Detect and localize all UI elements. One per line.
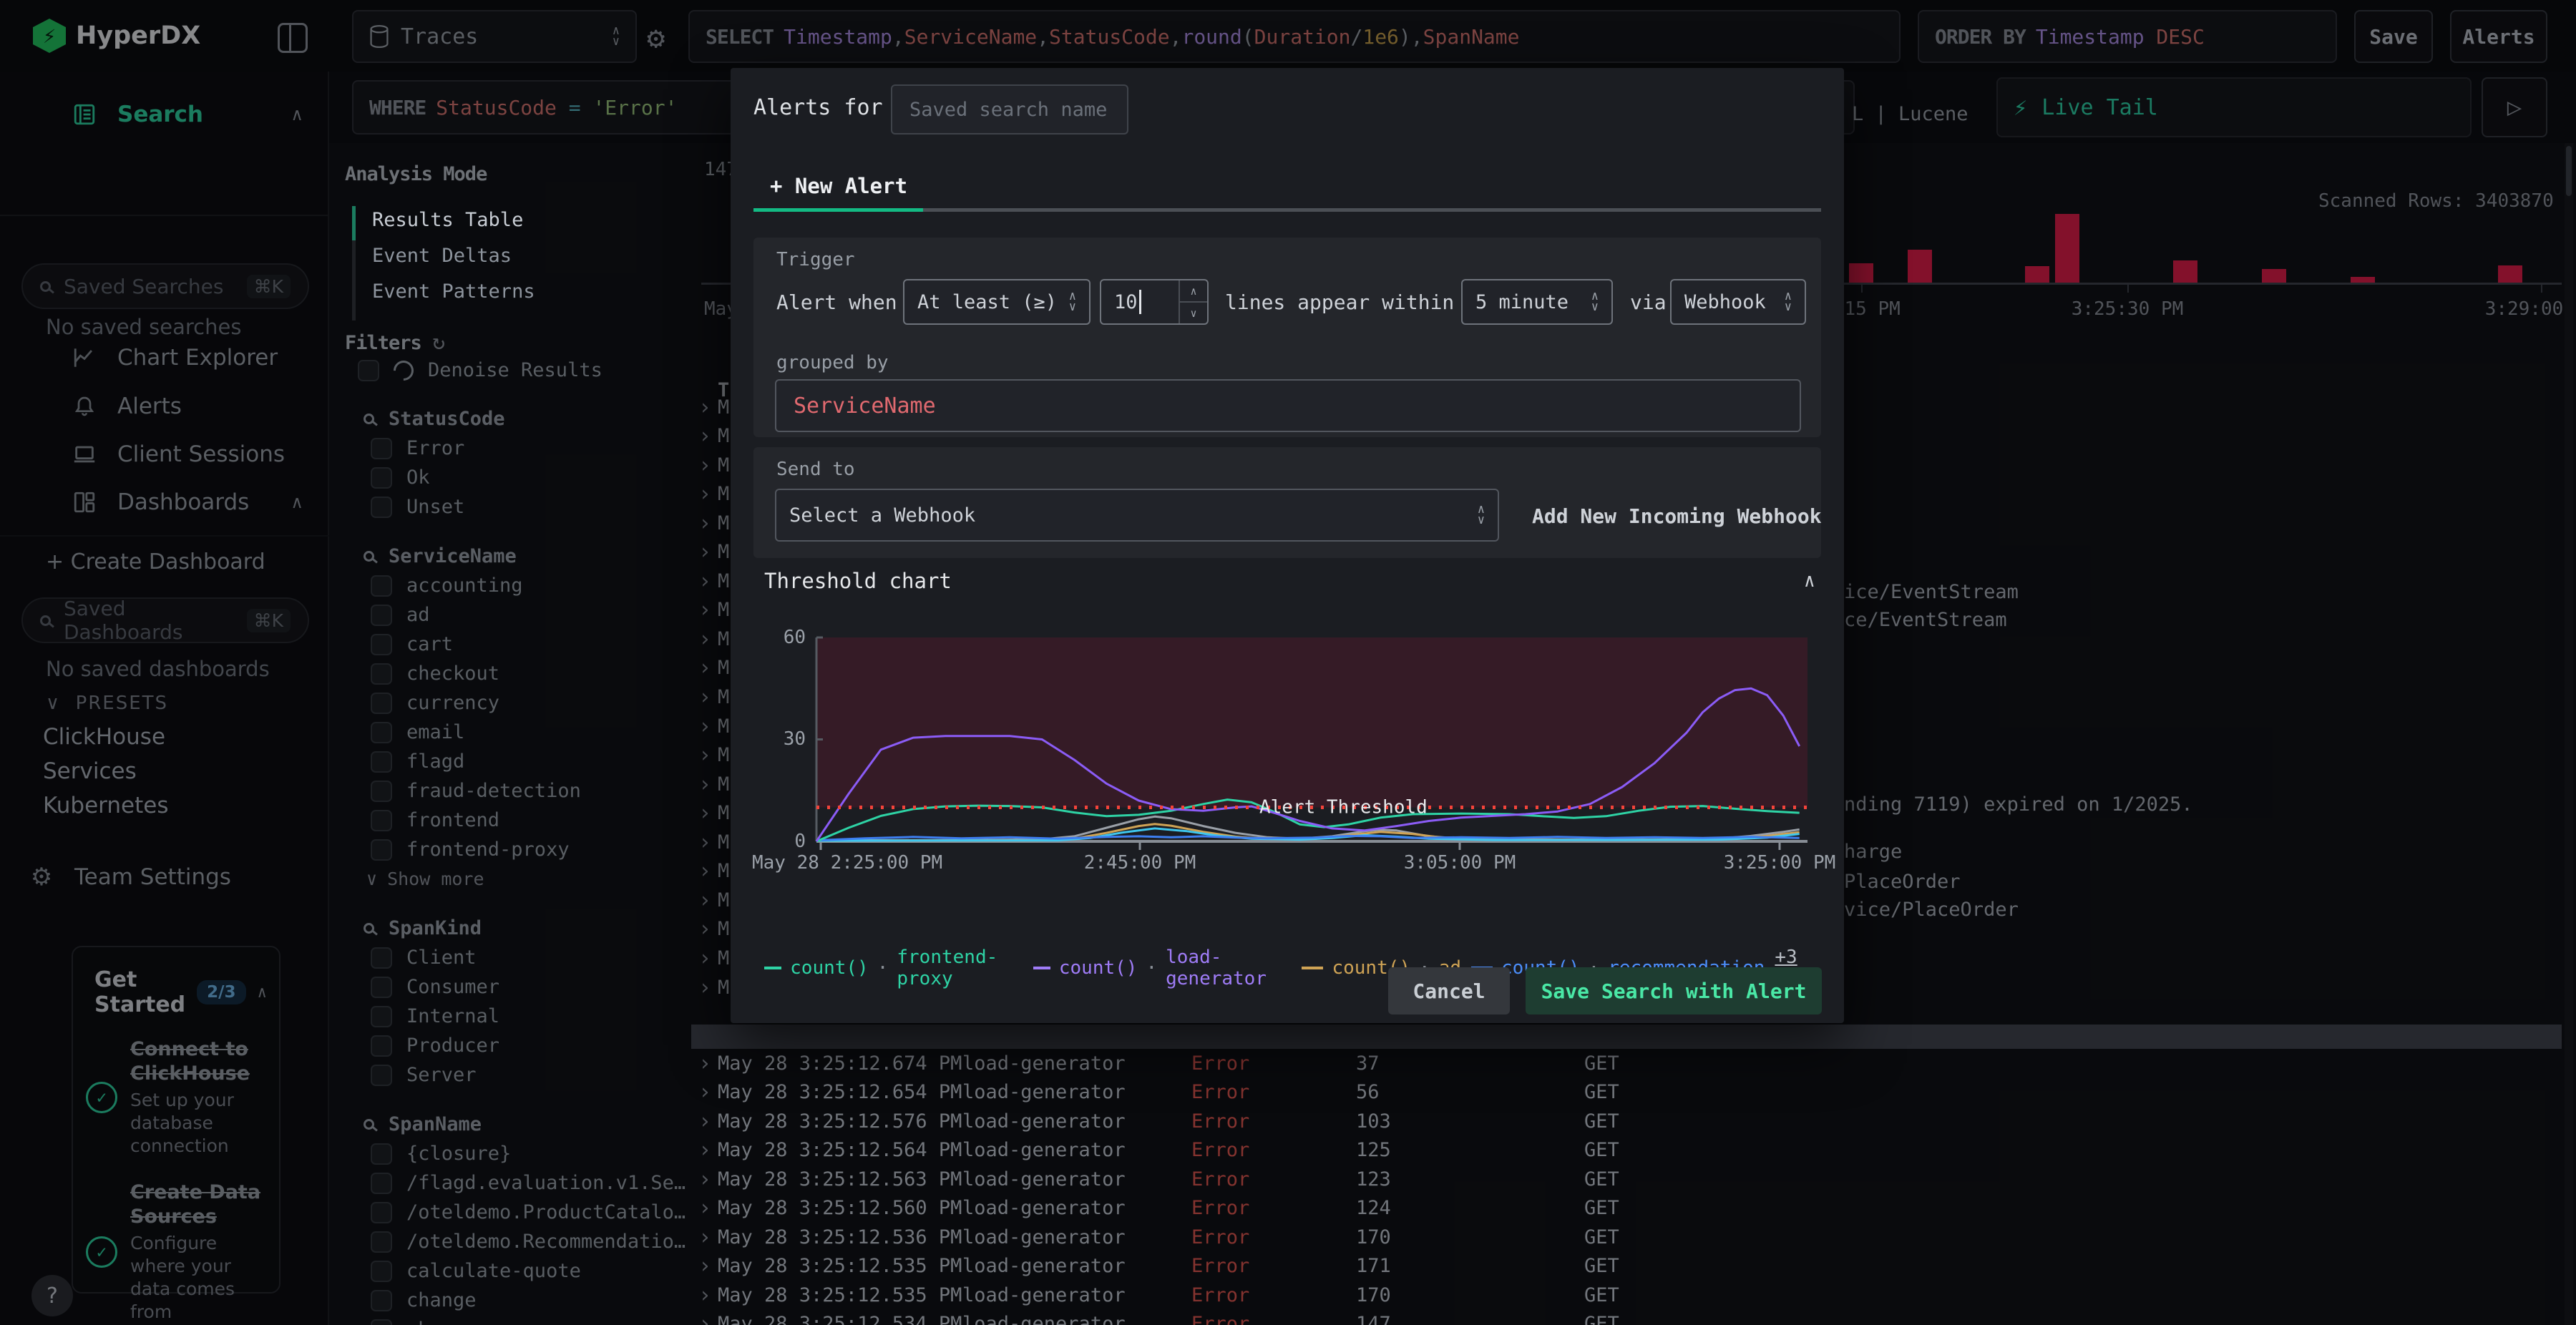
chevron-updown-icon: ∧ ∨ xyxy=(1068,289,1076,314)
save-search-with-alert-button[interactable]: Save Search with Alert xyxy=(1526,967,1822,1014)
analysis-tab-event-deltas[interactable]: Event Deltas xyxy=(372,245,512,267)
threshold-chart-title: Threshold chart xyxy=(764,569,952,593)
chart-x-label: May 28 2:25:00 PM xyxy=(752,852,943,874)
threshold-number-input[interactable]: 10 ∧ ∨ xyxy=(1100,279,1209,325)
analysis-tab-event-patterns[interactable]: Event Patterns xyxy=(372,280,535,303)
y-tick-0: 0 xyxy=(794,831,806,852)
alert-when-label: Alert when xyxy=(776,290,897,314)
spinner-up-icon: ∧ xyxy=(1190,284,1197,298)
trigger-label: Trigger xyxy=(776,249,855,270)
legend-dot: · xyxy=(877,957,889,979)
legend-series: load-generator xyxy=(1166,947,1267,989)
tab-underline-active xyxy=(753,208,923,212)
alert-modal: Alerts for Saved search name + New Alert… xyxy=(731,68,1844,1023)
operator-select[interactable]: At least (≥) ∧ ∨ xyxy=(903,279,1091,325)
svg-text:Alert Threshold: Alert Threshold xyxy=(1259,797,1428,818)
grouped-by-value: ServiceName xyxy=(794,393,936,419)
legend-dash xyxy=(1033,967,1050,969)
app-root: ⚡ HyperDX Traces ∧ ∨ ⚙ SELECT Timestamp,S… xyxy=(0,0,2576,1325)
threshold-value: 10 xyxy=(1114,290,1138,313)
via-label: via xyxy=(1630,290,1667,314)
tab-new-alert[interactable]: + New Alert xyxy=(770,174,907,198)
y-tick-30: 30 xyxy=(783,728,806,750)
modal-title: Alerts for xyxy=(753,95,883,120)
saved-search-name-input[interactable]: Saved search name xyxy=(891,84,1128,135)
saved-search-name-placeholder: Saved search name xyxy=(909,98,1108,121)
chart-x-label: 3:25:00 PM xyxy=(1723,852,1836,874)
legend-metric: count() xyxy=(790,957,869,979)
collapse-chevron-icon[interactable]: ∧ xyxy=(1804,570,1815,592)
webhook-select-value: Select a Webhook xyxy=(789,504,976,527)
chevron-updown-icon: ∧ ∨ xyxy=(1784,289,1792,314)
window-select[interactable]: 5 minute ∧ ∨ xyxy=(1461,279,1613,325)
legend-series: frontend-proxy xyxy=(897,947,998,989)
send-to-panel: Send to Select a Webhook ∧ ∨ Add New Inco… xyxy=(753,447,1822,558)
legend-dash xyxy=(1302,967,1324,969)
spinner-down-icon: ∨ xyxy=(1180,301,1207,323)
trigger-panel: Trigger Alert when At least (≥) ∧ ∨ 10 ∧ ∨… xyxy=(753,238,1821,437)
chart-x-label: 2:45:00 PM xyxy=(1083,852,1196,874)
cancel-button[interactable]: Cancel xyxy=(1388,967,1510,1014)
lines-within-label: lines appear within xyxy=(1225,290,1455,314)
channel-value: Webhook xyxy=(1684,290,1766,313)
chevron-updown-icon: ∧ ∨ xyxy=(1591,289,1599,314)
legend-dot: · xyxy=(1146,957,1158,979)
grouped-by-input[interactable]: ServiceName xyxy=(775,379,1801,432)
webhook-select[interactable]: Select a Webhook ∧ ∨ xyxy=(775,489,1499,542)
add-webhook-button[interactable]: Add New Incoming Webhook xyxy=(1532,504,1822,528)
threshold-chart: Alert Threshold xyxy=(815,636,1807,850)
channel-select[interactable]: Webhook ∧ ∨ xyxy=(1670,279,1806,325)
analysis-tab-results-table[interactable]: Results Table xyxy=(372,209,523,231)
number-spinner[interactable]: ∧ ∨ xyxy=(1179,280,1207,323)
chart-x-label: 3:05:00 PM xyxy=(1403,852,1516,874)
legend-item[interactable]: count() · frontend-proxy xyxy=(764,947,1023,989)
text-caret xyxy=(1138,290,1141,314)
legend-dash xyxy=(764,967,782,969)
chevron-updown-icon: ∧ ∨ xyxy=(1477,502,1485,527)
send-to-label: Send to xyxy=(776,459,855,480)
legend-item[interactable]: count() · load-generator xyxy=(1033,947,1292,989)
window-value: 5 minute xyxy=(1475,290,1569,313)
grouped-by-label: grouped by xyxy=(776,352,889,373)
operator-value: At least (≥) xyxy=(917,290,1058,313)
y-tick-60: 60 xyxy=(783,627,806,648)
legend-metric: count() xyxy=(1058,957,1138,979)
